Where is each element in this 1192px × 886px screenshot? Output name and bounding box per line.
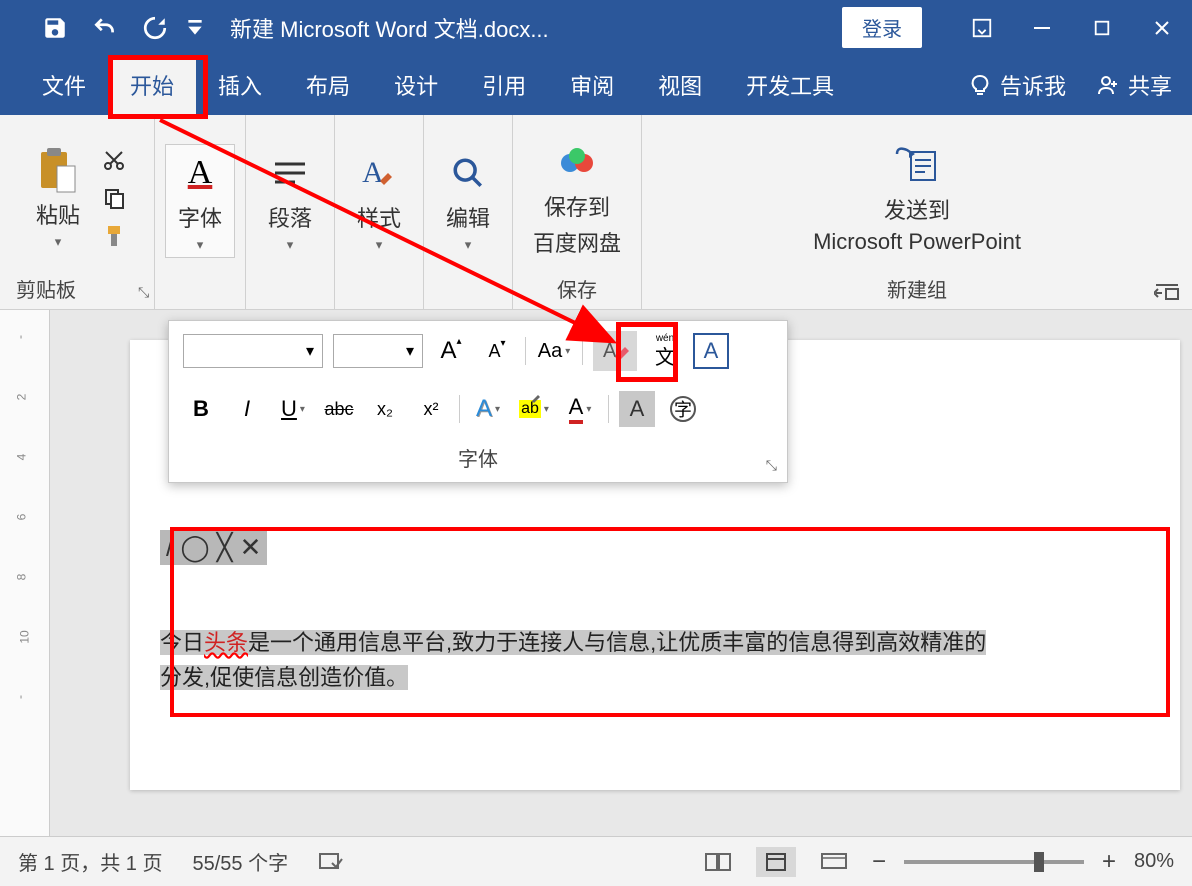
shrink-font-button[interactable]: A▾: [479, 333, 515, 369]
subscript-button[interactable]: x₂: [367, 391, 403, 427]
character-shading-button[interactable]: A: [619, 391, 655, 427]
superscript-button[interactable]: x²: [413, 391, 449, 427]
font-color-button[interactable]: A: [562, 391, 598, 427]
send-powerpoint-button[interactable]: 发送到 Microsoft PowerPoint: [803, 137, 1031, 259]
cut-icon[interactable]: [98, 144, 130, 176]
vertical-ruler[interactable]: - 2 4 6 8 10 -: [0, 310, 50, 836]
tab-home[interactable]: 开始: [108, 55, 196, 115]
redo-icon[interactable]: [130, 0, 180, 55]
paste-button[interactable]: 粘贴 ▾: [24, 142, 92, 254]
ribbon: 粘贴 ▾ 剪贴板 ⤡ A 字体 ▾ . 段落: [0, 115, 1192, 310]
web-layout-icon[interactable]: [814, 847, 854, 877]
zoom-level[interactable]: 80%: [1134, 850, 1174, 873]
svg-text:A: A: [603, 340, 617, 362]
group-edit: 编辑 ▾ .: [424, 115, 513, 309]
edit-button[interactable]: 编辑 ▾: [434, 145, 502, 257]
document-title: 新建 Microsoft Word 文档.docx...: [230, 12, 549, 44]
bold-button[interactable]: B: [183, 391, 219, 427]
grow-font-button[interactable]: A▴: [433, 333, 469, 369]
group-font: A 字体 ▾ .: [155, 115, 246, 309]
minimize-icon[interactable]: [1012, 0, 1072, 55]
change-case-button[interactable]: Aa: [536, 333, 572, 369]
proofing-icon[interactable]: [318, 851, 344, 873]
copy-icon[interactable]: [98, 182, 130, 214]
share-button[interactable]: 共享: [1096, 69, 1172, 101]
format-painter-icon[interactable]: [98, 220, 130, 252]
close-icon[interactable]: [1132, 0, 1192, 55]
zoom-in-button[interactable]: +: [1102, 848, 1116, 876]
ribbon-options-icon[interactable]: [952, 0, 1012, 55]
page-indicator[interactable]: 第 1 页，共 1 页: [18, 847, 162, 876]
phonetic-guide-button[interactable]: wén文: [647, 333, 683, 369]
clipboard-launcher-icon[interactable]: ⤡: [138, 284, 149, 301]
clear-formatting-button[interactable]: A: [593, 331, 637, 371]
undo-icon[interactable]: [80, 0, 130, 55]
font-floating-panel: ▾ ▾ A▴ A▾ Aa A wén文 A B I U abc x₂ x² A …: [168, 320, 788, 483]
font-dialog-launcher-icon[interactable]: ⤡: [766, 457, 777, 474]
maximize-icon[interactable]: [1072, 0, 1132, 55]
font-size-combo[interactable]: ▾: [333, 334, 423, 368]
tab-developer[interactable]: 开发工具: [724, 55, 856, 115]
group-save-cloud: 保存到 百度网盘 保存: [513, 115, 642, 309]
tab-review[interactable]: 审阅: [548, 55, 636, 115]
font-panel-label: 字体: [458, 449, 498, 471]
group-styles: A 样式 ▾ .: [335, 115, 424, 309]
strikethrough-button[interactable]: abc: [321, 391, 357, 427]
character-border-button[interactable]: A: [693, 333, 729, 369]
tab-view[interactable]: 视图: [636, 55, 724, 115]
group-send: 发送到 Microsoft PowerPoint 新建组: [642, 115, 1192, 309]
status-bar: 第 1 页，共 1 页 55/55 个字 − + 80%: [0, 836, 1192, 886]
highlight-button[interactable]: ab: [516, 391, 552, 427]
tab-layout[interactable]: 布局: [284, 55, 372, 115]
underline-button[interactable]: U: [275, 391, 311, 427]
word-count[interactable]: 55/55 个字: [192, 847, 288, 876]
group-paragraph: 段落 ▾ .: [246, 115, 335, 309]
save-icon[interactable]: [30, 0, 80, 55]
tab-file[interactable]: 文件: [20, 55, 108, 115]
ribbon-tabs: 文件 开始 插入 布局 设计 引用 审阅 视图 开发工具 告诉我 共享: [0, 55, 1192, 115]
font-name-combo[interactable]: ▾: [183, 334, 323, 368]
paragraph-button[interactable]: 段落 ▾: [256, 145, 324, 257]
tab-insert[interactable]: 插入: [196, 55, 284, 115]
zoom-out-button[interactable]: −: [872, 848, 886, 876]
group-clipboard: 粘贴 ▾ 剪贴板 ⤡: [0, 115, 155, 309]
save-baidu-button[interactable]: 保存到 百度网盘: [523, 134, 631, 262]
collapse-ribbon-icon[interactable]: [1154, 283, 1180, 303]
read-mode-icon[interactable]: [698, 847, 738, 877]
tell-me[interactable]: 告诉我: [968, 69, 1066, 101]
italic-button[interactable]: I: [229, 391, 265, 427]
font-button[interactable]: A 字体 ▾: [165, 144, 235, 258]
enclose-character-button[interactable]: 字: [665, 391, 701, 427]
styles-button[interactable]: A 样式 ▾: [345, 145, 413, 257]
login-button[interactable]: 登录: [842, 7, 922, 48]
annotation-selection-box: [170, 527, 1170, 717]
qat-customize-icon[interactable]: [180, 0, 210, 55]
text-effects-button[interactable]: A: [470, 391, 506, 427]
title-bar: 新建 Microsoft Word 文档.docx... 登录: [0, 0, 1192, 55]
zoom-slider[interactable]: [904, 860, 1084, 864]
print-layout-icon[interactable]: [756, 847, 796, 877]
tab-design[interactable]: 设计: [372, 55, 460, 115]
tab-references[interactable]: 引用: [460, 55, 548, 115]
